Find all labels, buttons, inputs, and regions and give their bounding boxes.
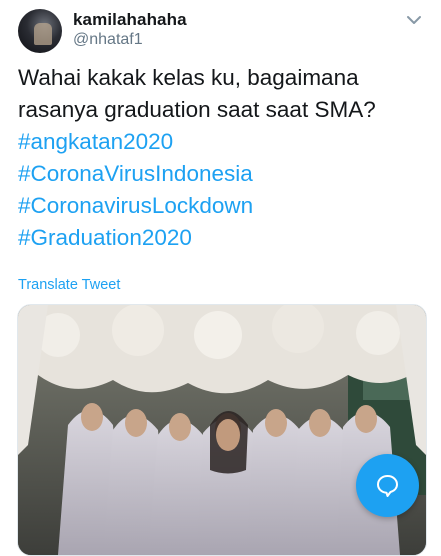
chevron-down-icon[interactable] xyxy=(406,12,422,28)
tweet-text: Wahai kakak kelas ku, bagaimana rasanya … xyxy=(18,62,428,254)
hashtag-link[interactable]: #angkatan2020 xyxy=(18,126,428,158)
user-handle[interactable]: @nhataf1 xyxy=(73,31,143,49)
hashtag-link[interactable]: #CoronavirusLockdown xyxy=(18,190,428,222)
hashtag-link[interactable]: #Graduation2020 xyxy=(18,222,428,254)
avatar[interactable] xyxy=(18,9,62,53)
display-name[interactable]: kamilahahaha xyxy=(73,10,187,30)
hashtag-link[interactable]: #CoronaVirusIndonesia xyxy=(18,158,428,190)
translate-tweet-link[interactable]: Translate Tweet xyxy=(18,277,120,293)
tweet-photo[interactable] xyxy=(17,304,427,556)
tweet-text-line: rasanya graduation saat saat SMA? xyxy=(18,97,376,122)
tweet-text-line: Wahai kakak kelas ku, bagaimana xyxy=(18,65,359,90)
compose-reply-button[interactable] xyxy=(356,454,419,517)
